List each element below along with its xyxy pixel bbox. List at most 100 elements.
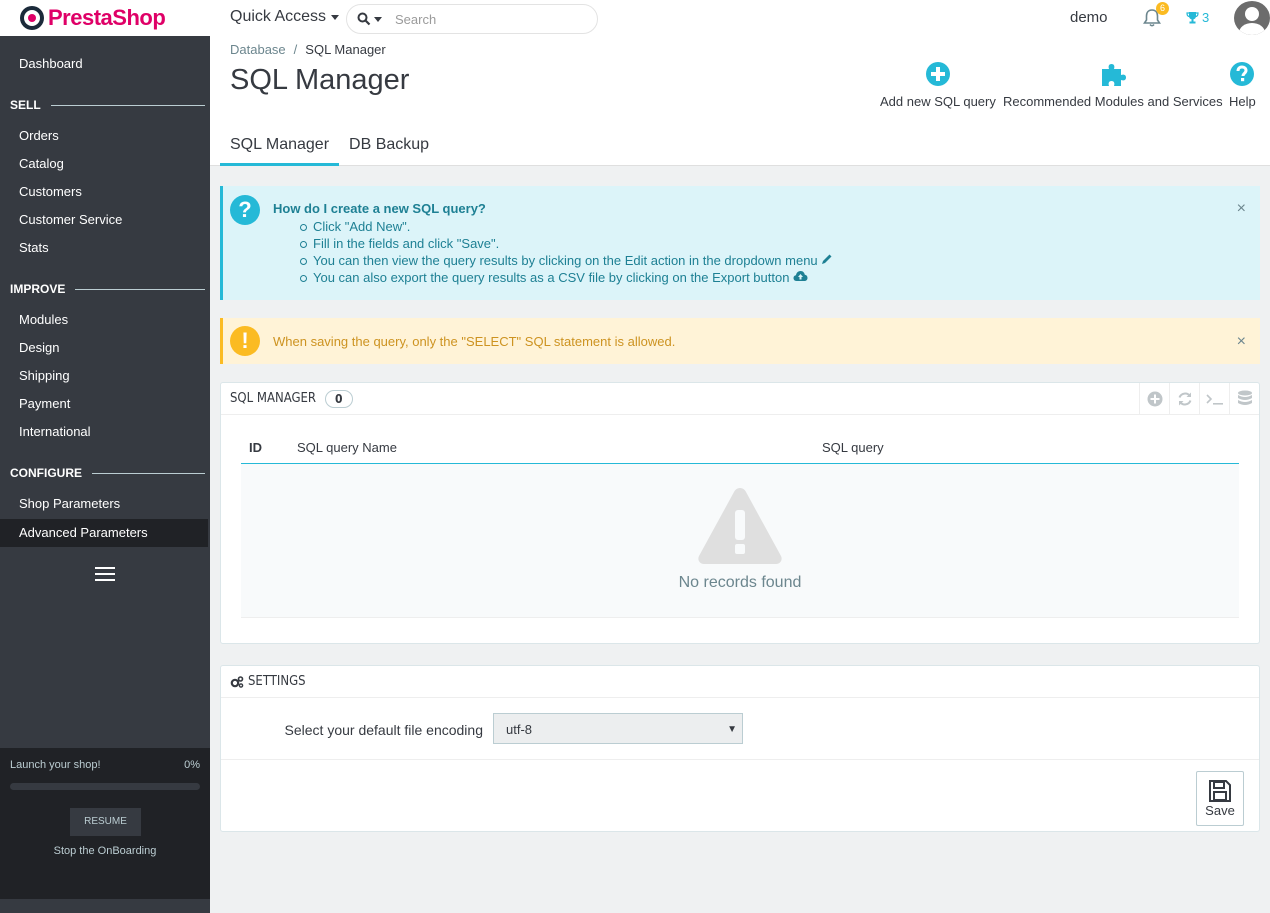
onboarding-label: Launch your shop! <box>10 759 101 771</box>
panel-footer: Save <box>221 759 1259 831</box>
sidebar-item-dashboard[interactable]: Dashboard <box>0 50 210 78</box>
breadcrumb: Database / SQL Manager <box>230 42 386 57</box>
stop-onboarding-link[interactable]: Stop the OnBoarding <box>0 845 210 857</box>
dropdown-arrow-icon: ▼ <box>727 724 737 735</box>
refresh-icon <box>1178 392 1191 406</box>
trophy-icon <box>1186 12 1199 24</box>
section-title: CONFIGURE <box>10 466 82 480</box>
show-sql-button[interactable] <box>1199 383 1229 415</box>
list-item-text: Fill in the fields and click "Save". <box>313 236 500 251</box>
search-input[interactable] <box>395 11 585 27</box>
encoding-label: Select your default file encoding <box>284 722 483 738</box>
add-new-button[interactable] <box>1139 383 1169 415</box>
panel-heading: SETTINGS <box>221 666 1259 698</box>
list-item: Click "Add New". <box>299 218 833 235</box>
refresh-button[interactable] <box>1169 383 1199 415</box>
sidebar-section-configure: CONFIGURE <box>10 466 205 480</box>
list-item-text: You can also export the query results as… <box>313 270 790 285</box>
sidebar-item-customer-service[interactable]: Customer Service <box>0 206 210 234</box>
resume-button[interactable]: RESUME <box>70 808 141 836</box>
onboarding-progress-bar <box>10 783 200 790</box>
section-title: SELL <box>10 98 41 112</box>
section-title: IMPROVE <box>10 282 66 296</box>
plus-circle-icon <box>1147 391 1162 407</box>
logo-icon <box>20 6 44 30</box>
sidebar-item-international[interactable]: International <box>0 418 210 446</box>
settings-panel: SETTINGS Select your default file encodi… <box>220 665 1260 832</box>
add-sql-query-label: Add new SQL query <box>880 94 996 109</box>
export-database-button[interactable] <box>1229 383 1259 415</box>
puzzle-icon <box>1101 64 1126 86</box>
breadcrumb-item[interactable]: Database <box>230 42 286 57</box>
caret-down-icon <box>331 14 340 20</box>
panel-title: SETTINGS <box>248 674 306 689</box>
search-type-button[interactable] <box>357 12 395 26</box>
sidebar-item-modules[interactable]: Modules <box>0 306 210 334</box>
encoding-select[interactable]: utf-8 ▼ <box>493 713 743 744</box>
info-alert: ? × How do I create a new SQL query? Cli… <box>220 186 1260 300</box>
list-item: Fill in the fields and click "Save". <box>299 235 833 252</box>
top-header: PrestaShop Quick Access demo 6 3 <box>0 0 1270 36</box>
breadcrumb-separator: / <box>293 42 298 57</box>
caret-down-icon <box>374 16 382 22</box>
pencil-icon <box>822 254 832 264</box>
sql-manager-panel: SQL MANAGER 0 ID SQL query Name SQL quer… <box>220 382 1260 644</box>
trophy-count: 3 <box>1202 10 1210 25</box>
sidebar-item-customers[interactable]: Customers <box>0 178 210 206</box>
cogs-icon <box>230 675 244 688</box>
page-title: SQL Manager <box>230 64 410 96</box>
column-header-query[interactable]: SQL query <box>822 440 884 455</box>
sidebar-item-stats[interactable]: Stats <box>0 234 210 262</box>
warning-triangle-icon <box>698 488 782 564</box>
sidebar-item-design[interactable]: Design <box>0 334 210 362</box>
add-sql-query-button[interactable]: Add new SQL query <box>880 60 996 109</box>
divider <box>75 288 205 290</box>
plus-circle-icon <box>925 62 950 86</box>
info-alert-title: How do I create a new SQL query? <box>273 201 486 216</box>
shop-name[interactable]: demo <box>1070 9 1108 26</box>
sidebar-section-improve: IMPROVE <box>10 282 205 296</box>
count-badge: 0 <box>325 389 353 408</box>
sidebar-section-sell: SELL <box>10 98 205 112</box>
help-button[interactable]: Help <box>1229 60 1256 109</box>
info-alert-list: Click "Add New". Fill in the fields and … <box>299 218 833 286</box>
terminal-icon <box>1205 394 1223 405</box>
form-row: Select your default file encoding utf-8 … <box>221 713 1259 745</box>
menu-collapse-icon[interactable] <box>95 567 115 581</box>
achievements-button[interactable]: 3 <box>1186 10 1209 25</box>
database-icon <box>1237 390 1252 405</box>
tab-sql-manager[interactable]: SQL Manager <box>220 128 340 166</box>
no-records-text: No records found <box>678 574 802 591</box>
prestashop-logo[interactable]: PrestaShop <box>20 5 166 31</box>
cloud-upload-icon <box>793 271 808 281</box>
exclamation-circle-icon: ! <box>230 326 260 356</box>
divider <box>92 472 205 474</box>
panel-actions <box>1139 383 1259 415</box>
empty-state: No records found <box>241 464 1239 618</box>
panel-heading: SQL MANAGER 0 <box>221 383 1259 415</box>
employee-avatar[interactable] <box>1234 1 1270 35</box>
column-header-name[interactable]: SQL query Name <box>297 440 397 455</box>
close-icon[interactable]: × <box>1237 200 1246 218</box>
question-circle-icon: ? <box>230 195 260 225</box>
sidebar-item-shipping[interactable]: Shipping <box>0 362 210 390</box>
sql-query-table: ID SQL query Name SQL query No records f… <box>241 431 1239 618</box>
quick-access-dropdown[interactable]: Quick Access <box>230 8 340 26</box>
page-header: Database / SQL Manager SQL Manager Add n… <box>210 36 1270 166</box>
sidebar-item-advanced-parameters[interactable]: Advanced Parameters <box>0 519 208 547</box>
sidebar-item-orders[interactable]: Orders <box>0 122 210 150</box>
save-button[interactable]: Save <box>1196 771 1244 826</box>
sidebar-item-payment[interactable]: Payment <box>0 390 210 418</box>
warning-text: When saving the query, only the "SELECT"… <box>273 334 676 349</box>
sidebar-item-shop-parameters[interactable]: Shop Parameters <box>0 490 210 518</box>
tab-db-backup[interactable]: DB Backup <box>339 128 439 166</box>
list-item-text: Click "Add New". <box>313 219 411 234</box>
recommended-modules-button[interactable]: Recommended Modules and Services <box>1003 60 1223 109</box>
sidebar-item-catalog[interactable]: Catalog <box>0 150 210 178</box>
logo-text: PrestaShop <box>48 5 166 30</box>
help-label: Help <box>1229 94 1256 109</box>
column-header-id[interactable]: ID <box>249 440 262 455</box>
search-box <box>346 4 598 34</box>
close-icon[interactable]: × <box>1237 333 1246 351</box>
recommended-modules-label: Recommended Modules and Services <box>1003 94 1223 109</box>
